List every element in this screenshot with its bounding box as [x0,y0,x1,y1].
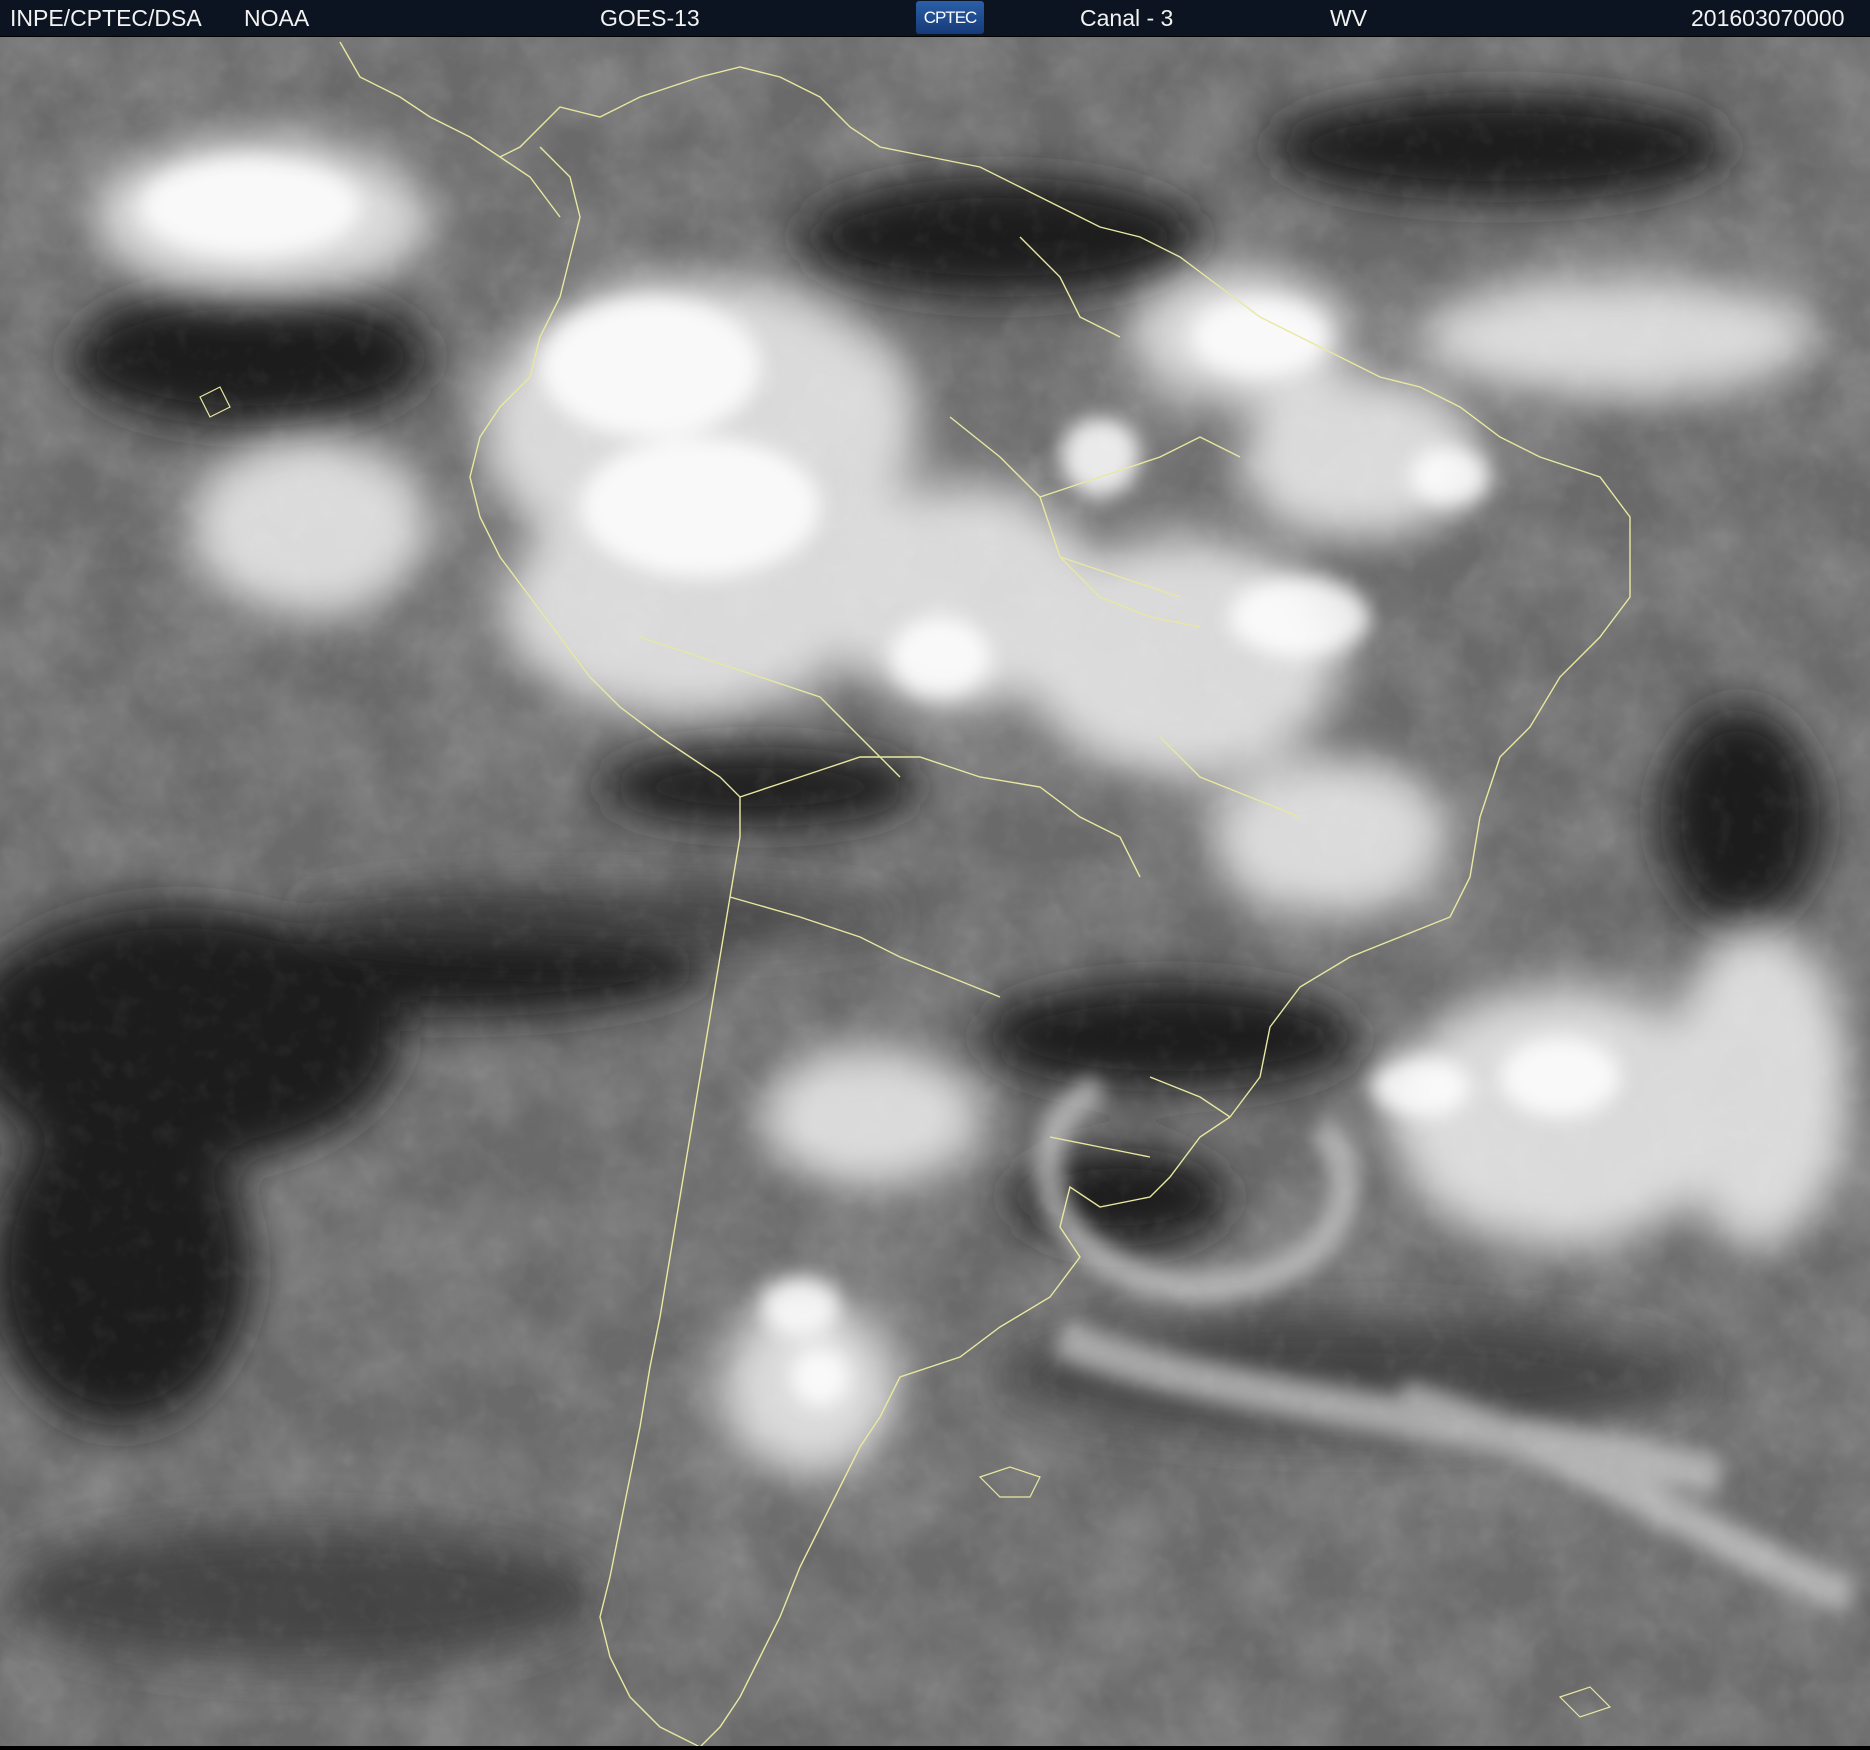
channel-label: Canal - 3 [1080,5,1174,31]
timestamp-label: 201603070000 [1691,5,1845,31]
cptec-logo: CPTEC [916,1,984,34]
water-vapor-imagery [0,37,1870,1750]
band-label: WV [1330,5,1368,31]
satellite-image [0,37,1870,1750]
logo-text: CPTEC [923,8,978,27]
source-label: INPE/CPTEC/DSA [10,5,202,31]
header-bar: INPE/CPTEC/DSA NOAA GOES-13 CPTEC Canal … [0,0,1870,36]
satellite-label: GOES-13 [600,5,700,31]
agency-label: NOAA [244,5,310,31]
bottom-border [0,1746,1870,1750]
